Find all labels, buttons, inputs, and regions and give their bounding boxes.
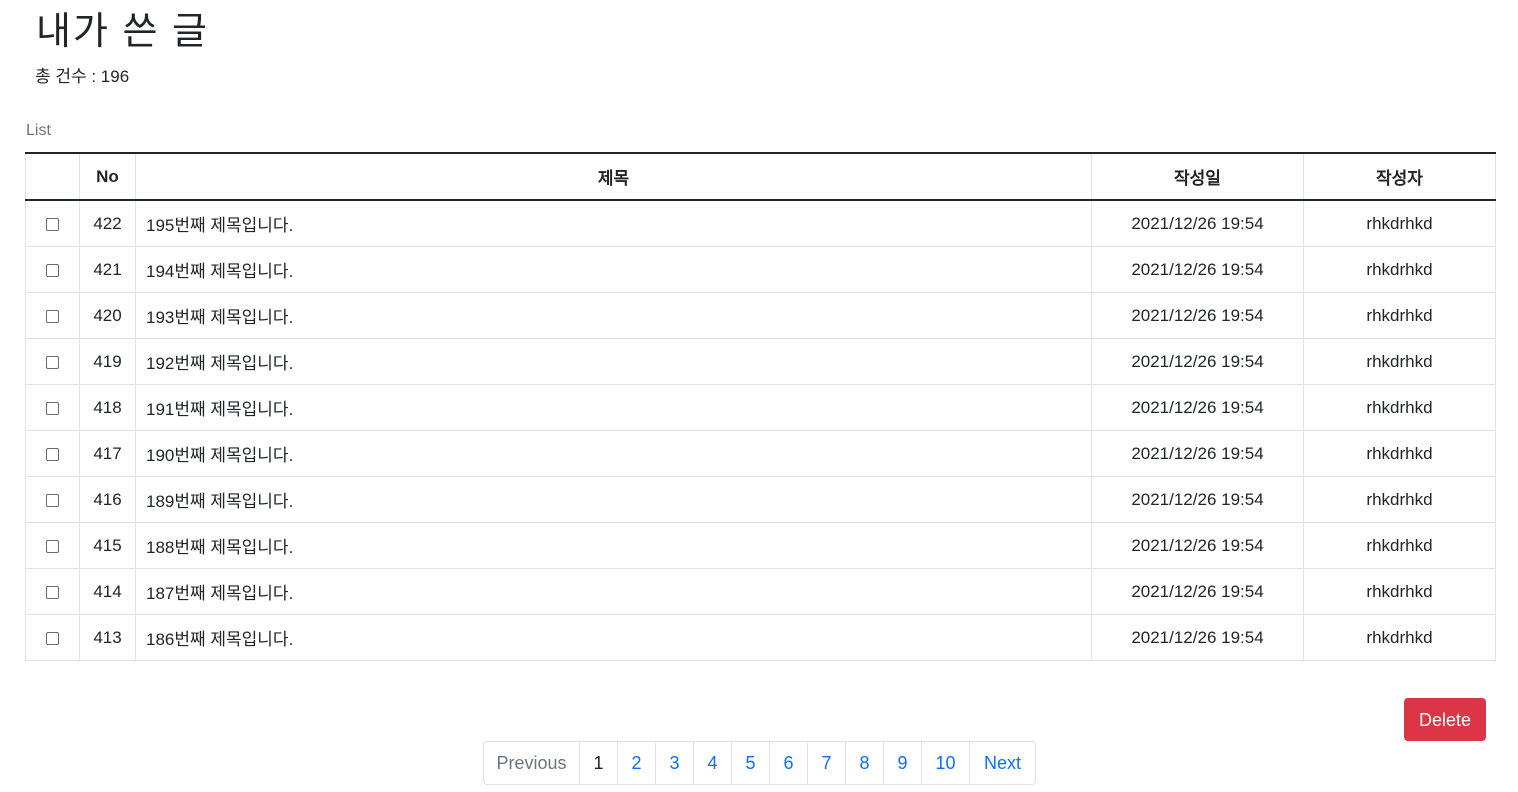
total-count: 총 건수 : 196 <box>35 67 130 86</box>
table-row: 420 193번째 제목입니다. 2021/12/26 19:54 rhkdrhkd <box>25 292 1496 339</box>
row-checkbox[interactable] <box>46 309 59 323</box>
row-date: 2021/12/26 19:54 <box>1091 384 1304 431</box>
pagination: Previous 1 2 3 4 5 6 7 8 9 10 Next <box>483 741 1036 785</box>
page-link-6[interactable]: 6 <box>769 742 807 784</box>
row-no: 421 <box>79 246 136 293</box>
row-author: rhkdrhkd <box>1303 614 1496 661</box>
row-title-link[interactable]: 190번째 제목입니다. <box>135 430 1092 477</box>
row-author: rhkdrhkd <box>1303 338 1496 385</box>
row-no: 418 <box>79 384 136 431</box>
delete-button[interactable]: Delete <box>1404 698 1486 741</box>
row-checkbox-cell <box>25 384 80 431</box>
row-checkbox-cell <box>25 614 80 661</box>
row-checkbox[interactable] <box>46 447 59 461</box>
row-checkbox[interactable] <box>46 217 59 231</box>
row-title-link[interactable]: 192번째 제목입니다. <box>135 338 1092 385</box>
row-no: 414 <box>79 568 136 615</box>
row-checkbox[interactable] <box>46 539 59 553</box>
page-link-2[interactable]: 2 <box>617 742 655 784</box>
row-author: rhkdrhkd <box>1303 430 1496 477</box>
page-link-1[interactable]: 1 <box>579 742 617 784</box>
row-author: rhkdrhkd <box>1303 568 1496 615</box>
table-row: 413 186번째 제목입니다. 2021/12/26 19:54 rhkdrhkd <box>25 614 1496 661</box>
table-row: 419 192번째 제목입니다. 2021/12/26 19:54 rhkdrhkd <box>25 338 1496 385</box>
row-title-link[interactable]: 187번째 제목입니다. <box>135 568 1092 615</box>
row-no: 422 <box>79 199 136 247</box>
row-no: 415 <box>79 522 136 569</box>
page-link-9[interactable]: 9 <box>883 742 921 784</box>
row-no: 416 <box>79 476 136 523</box>
row-author: rhkdrhkd <box>1303 292 1496 339</box>
row-checkbox-cell <box>25 338 80 385</box>
header-checkbox <box>25 153 80 200</box>
row-checkbox-cell <box>25 246 80 293</box>
page-link-8[interactable]: 8 <box>845 742 883 784</box>
row-date: 2021/12/26 19:54 <box>1091 522 1304 569</box>
row-no: 417 <box>79 430 136 477</box>
table-caption: List <box>26 122 51 139</box>
page-title: 내가 쓴 글 <box>36 11 209 53</box>
row-date: 2021/12/26 19:54 <box>1091 338 1304 385</box>
row-checkbox-cell <box>25 476 80 523</box>
page-link-10[interactable]: 10 <box>921 742 969 784</box>
row-title-link[interactable]: 189번째 제목입니다. <box>135 476 1092 523</box>
page-link-5[interactable]: 5 <box>731 742 769 784</box>
row-checkbox-cell <box>25 568 80 615</box>
previous-page-button[interactable]: Previous <box>484 742 579 784</box>
row-no: 420 <box>79 292 136 339</box>
row-date: 2021/12/26 19:54 <box>1091 246 1304 293</box>
row-checkbox-cell <box>25 199 80 247</box>
table-row: 414 187번째 제목입니다. 2021/12/26 19:54 rhkdrhkd <box>25 568 1496 615</box>
page-link-3[interactable]: 3 <box>655 742 693 784</box>
row-checkbox[interactable] <box>46 585 59 599</box>
row-checkbox-cell <box>25 430 80 477</box>
row-checkbox[interactable] <box>46 631 59 645</box>
table-row: 422 195번째 제목입니다. 2021/12/26 19:54 rhkdrhkd <box>25 199 1496 247</box>
row-title-link[interactable]: 188번째 제목입니다. <box>135 522 1092 569</box>
row-title-link[interactable]: 191번째 제목입니다. <box>135 384 1092 431</box>
row-checkbox[interactable] <box>46 263 59 277</box>
table-row: 415 188번째 제목입니다. 2021/12/26 19:54 rhkdrhkd <box>25 522 1496 569</box>
header-no: No <box>79 153 136 200</box>
posts-table: No 제목 작성일 작성자 422 195번째 제목입니다. 2021/12/26 … <box>25 152 1496 661</box>
row-author: rhkdrhkd <box>1303 199 1496 247</box>
row-author: rhkdrhkd <box>1303 522 1496 569</box>
row-date: 2021/12/26 19:54 <box>1091 199 1304 247</box>
row-title-link[interactable]: 193번째 제목입니다. <box>135 292 1092 339</box>
header-date: 작성일 <box>1091 153 1304 200</box>
header-author: 작성자 <box>1303 153 1496 200</box>
row-checkbox-cell <box>25 522 80 569</box>
page-link-4[interactable]: 4 <box>693 742 731 784</box>
next-page-button[interactable]: Next <box>969 742 1035 784</box>
header-title: 제목 <box>135 153 1092 200</box>
row-no: 413 <box>79 614 136 661</box>
row-checkbox[interactable] <box>46 401 59 415</box>
row-author: rhkdrhkd <box>1303 246 1496 293</box>
table-row: 421 194번째 제목입니다. 2021/12/26 19:54 rhkdrhkd <box>25 246 1496 293</box>
row-title-link[interactable]: 186번째 제목입니다. <box>135 614 1092 661</box>
row-checkbox[interactable] <box>46 355 59 369</box>
page-link-7[interactable]: 7 <box>807 742 845 784</box>
row-checkbox-cell <box>25 292 80 339</box>
table-row: 418 191번째 제목입니다. 2021/12/26 19:54 rhkdrhkd <box>25 384 1496 431</box>
table-row: 416 189번째 제목입니다. 2021/12/26 19:54 rhkdrhkd <box>25 476 1496 523</box>
row-no: 419 <box>79 338 136 385</box>
row-title-link[interactable]: 194번째 제목입니다. <box>135 246 1092 293</box>
row-date: 2021/12/26 19:54 <box>1091 568 1304 615</box>
row-date: 2021/12/26 19:54 <box>1091 292 1304 339</box>
row-author: rhkdrhkd <box>1303 476 1496 523</box>
row-date: 2021/12/26 19:54 <box>1091 476 1304 523</box>
row-author: rhkdrhkd <box>1303 384 1496 431</box>
row-date: 2021/12/26 19:54 <box>1091 430 1304 477</box>
row-checkbox[interactable] <box>46 493 59 507</box>
table-header-row: No 제목 작성일 작성자 <box>25 153 1496 200</box>
row-title-link[interactable]: 195번째 제목입니다. <box>135 199 1092 247</box>
row-date: 2021/12/26 19:54 <box>1091 614 1304 661</box>
table-row: 417 190번째 제목입니다. 2021/12/26 19:54 rhkdrhkd <box>25 430 1496 477</box>
